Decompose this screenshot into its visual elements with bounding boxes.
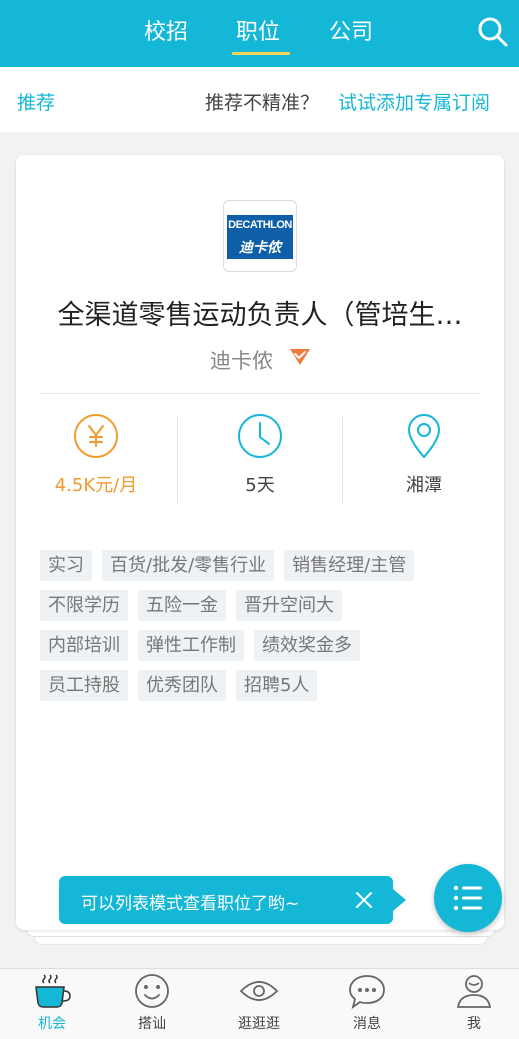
clock-icon	[238, 414, 282, 458]
job-tags: 实习 百货/批发/零售行业 销售经理/主管 不限学历 五险一金 晋升空间大 内部…	[40, 550, 490, 710]
job-tag: 员工持股	[40, 670, 128, 701]
coffee-cup-icon	[35, 974, 71, 1008]
nav-messages[interactable]: 消息	[315, 973, 419, 1033]
bottom-nav: 机会 搭讪 逛逛逛 消息 我	[0, 968, 519, 1039]
job-tag: 不限学历	[40, 590, 128, 621]
recommend-hint: 推荐不精准？	[205, 92, 320, 114]
smiley-icon	[135, 974, 169, 1008]
location-value: 湘潭	[406, 475, 442, 496]
nav-chat-up[interactable]: 搭讪	[100, 973, 204, 1033]
recommend-label[interactable]: 推荐	[17, 88, 55, 115]
logo-text-en: DECATHLON	[228, 219, 292, 231]
recommend-bar: 推荐 推荐不精准？ 试试添加专属订阅	[0, 67, 519, 132]
job-tag: 实习	[40, 550, 92, 581]
salary-stat: 4.5K元/月	[16, 413, 176, 497]
divider	[40, 393, 480, 394]
person-icon	[456, 975, 492, 1008]
tip-text: 可以列表模式查看职位了哟~	[81, 894, 300, 914]
job-tag: 优秀团队	[138, 670, 226, 701]
nav-label: 搭讪	[138, 1016, 166, 1032]
nav-me[interactable]: 我	[422, 973, 519, 1033]
tab-positions[interactable]: 职位	[236, 14, 280, 54]
job-tag: 绩效奖金多	[254, 630, 360, 661]
search-icon[interactable]	[477, 16, 509, 48]
tab-companies[interactable]: 公司	[329, 14, 373, 54]
job-title: 全渠道零售运动负责人（管培生…	[57, 300, 463, 331]
top-bar: 校招 职位 公司	[0, 0, 519, 67]
job-tag: 内部培训	[40, 630, 128, 661]
duration-stat: 5天	[180, 413, 340, 497]
job-tag: 销售经理/主管	[284, 550, 415, 581]
nav-label: 消息	[353, 1016, 381, 1032]
job-tag: 弹性工作制	[138, 630, 244, 661]
list-mode-button[interactable]	[434, 864, 502, 932]
active-tab-indicator	[232, 52, 290, 55]
job-card[interactable]: DECATHLON 迪卡侬 全渠道零售运动负责人（管培生… 迪卡侬 4.5K元/…	[16, 155, 504, 930]
location-stat: 湘潭	[344, 413, 504, 497]
nav-opportunities[interactable]: 机会	[0, 973, 104, 1033]
nav-browse[interactable]: 逛逛逛	[207, 973, 311, 1033]
logo-text-cn: 迪卡侬	[239, 240, 281, 256]
company-logo: DECATHLON 迪卡侬	[223, 200, 297, 272]
list-icon	[453, 885, 482, 911]
tip-arrow	[393, 889, 406, 911]
location-pin-icon	[407, 414, 441, 459]
job-tag: 晋升空间大	[236, 590, 342, 621]
chat-bubble-icon	[349, 975, 385, 1009]
company-name: 迪卡侬	[210, 349, 273, 373]
eye-icon	[239, 981, 279, 1001]
nav-label: 我	[467, 1016, 481, 1032]
add-subscription-link[interactable]: 试试添加专属订阅	[338, 88, 490, 115]
job-tag: 五险一金	[138, 590, 226, 621]
job-tag: 招聘5人	[236, 670, 318, 701]
stat-separator	[177, 417, 178, 503]
yen-icon	[74, 414, 118, 458]
close-icon[interactable]	[353, 889, 375, 911]
job-tag: 百货/批发/零售行业	[102, 550, 275, 581]
duration-value: 5天	[245, 475, 275, 496]
nav-label: 机会	[38, 1016, 66, 1032]
tab-campus[interactable]: 校招	[144, 14, 188, 54]
nav-label: 逛逛逛	[238, 1016, 280, 1032]
stat-separator	[342, 417, 343, 503]
list-mode-tip: 可以列表模式查看职位了哟~	[59, 876, 393, 924]
salary-value: 4.5K元/月	[54, 475, 138, 496]
verified-icon	[290, 349, 310, 365]
